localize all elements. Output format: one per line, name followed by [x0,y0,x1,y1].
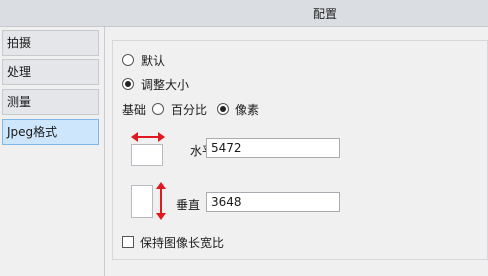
horizontal-input[interactable]: 5472 [206,138,340,158]
sidebar: 拍摄 处理 测量 Jpeg格式 [0,27,105,276]
horizontal-arrow-icon [131,132,165,142]
horizontal-box-icon [131,144,163,166]
jpeg-settings-panel: 默认 调整大小 基础 百分比 像素 水平 5472 垂直 3648 保持图像长宽… [112,40,488,260]
config-window: 配置 拍摄 处理 测量 Jpeg格式 默认 调整大小 基础 百分比 像素 水平 … [0,0,488,276]
sidebar-item-measure[interactable]: 测量 [2,89,99,115]
sidebar-item-label: 处理 [7,65,32,79]
window-title: 配置 [312,7,337,21]
resize-radio[interactable] [122,78,134,90]
sidebar-item-capture[interactable]: 拍摄 [2,30,99,56]
default-radio[interactable] [122,54,134,66]
percent-label: 百分比 [171,103,208,117]
resize-label: 调整大小 [141,78,190,92]
keep-aspect-ratio-checkbox[interactable] [122,236,134,248]
pixel-label: 像素 [235,103,260,117]
vertical-arrow-icon [156,182,166,220]
sidebar-item-jpeg-format[interactable]: Jpeg格式 [2,119,99,145]
default-label: 默认 [141,54,166,68]
vertical-input[interactable]: 3648 [206,192,340,212]
sidebar-item-label: 测量 [7,95,32,109]
percent-radio[interactable] [152,103,164,115]
vertical-label: 垂直 [176,198,201,212]
basis-label: 基础 [122,103,147,117]
title-bar: 配置 [0,0,488,27]
sidebar-item-label: Jpeg格式 [7,125,58,139]
sidebar-item-processing[interactable]: 处理 [2,59,99,85]
sidebar-item-label: 拍摄 [7,36,32,50]
keep-aspect-ratio-label: 保持图像长宽比 [140,236,225,250]
pixel-radio[interactable] [217,103,229,115]
vertical-box-icon [131,185,153,218]
